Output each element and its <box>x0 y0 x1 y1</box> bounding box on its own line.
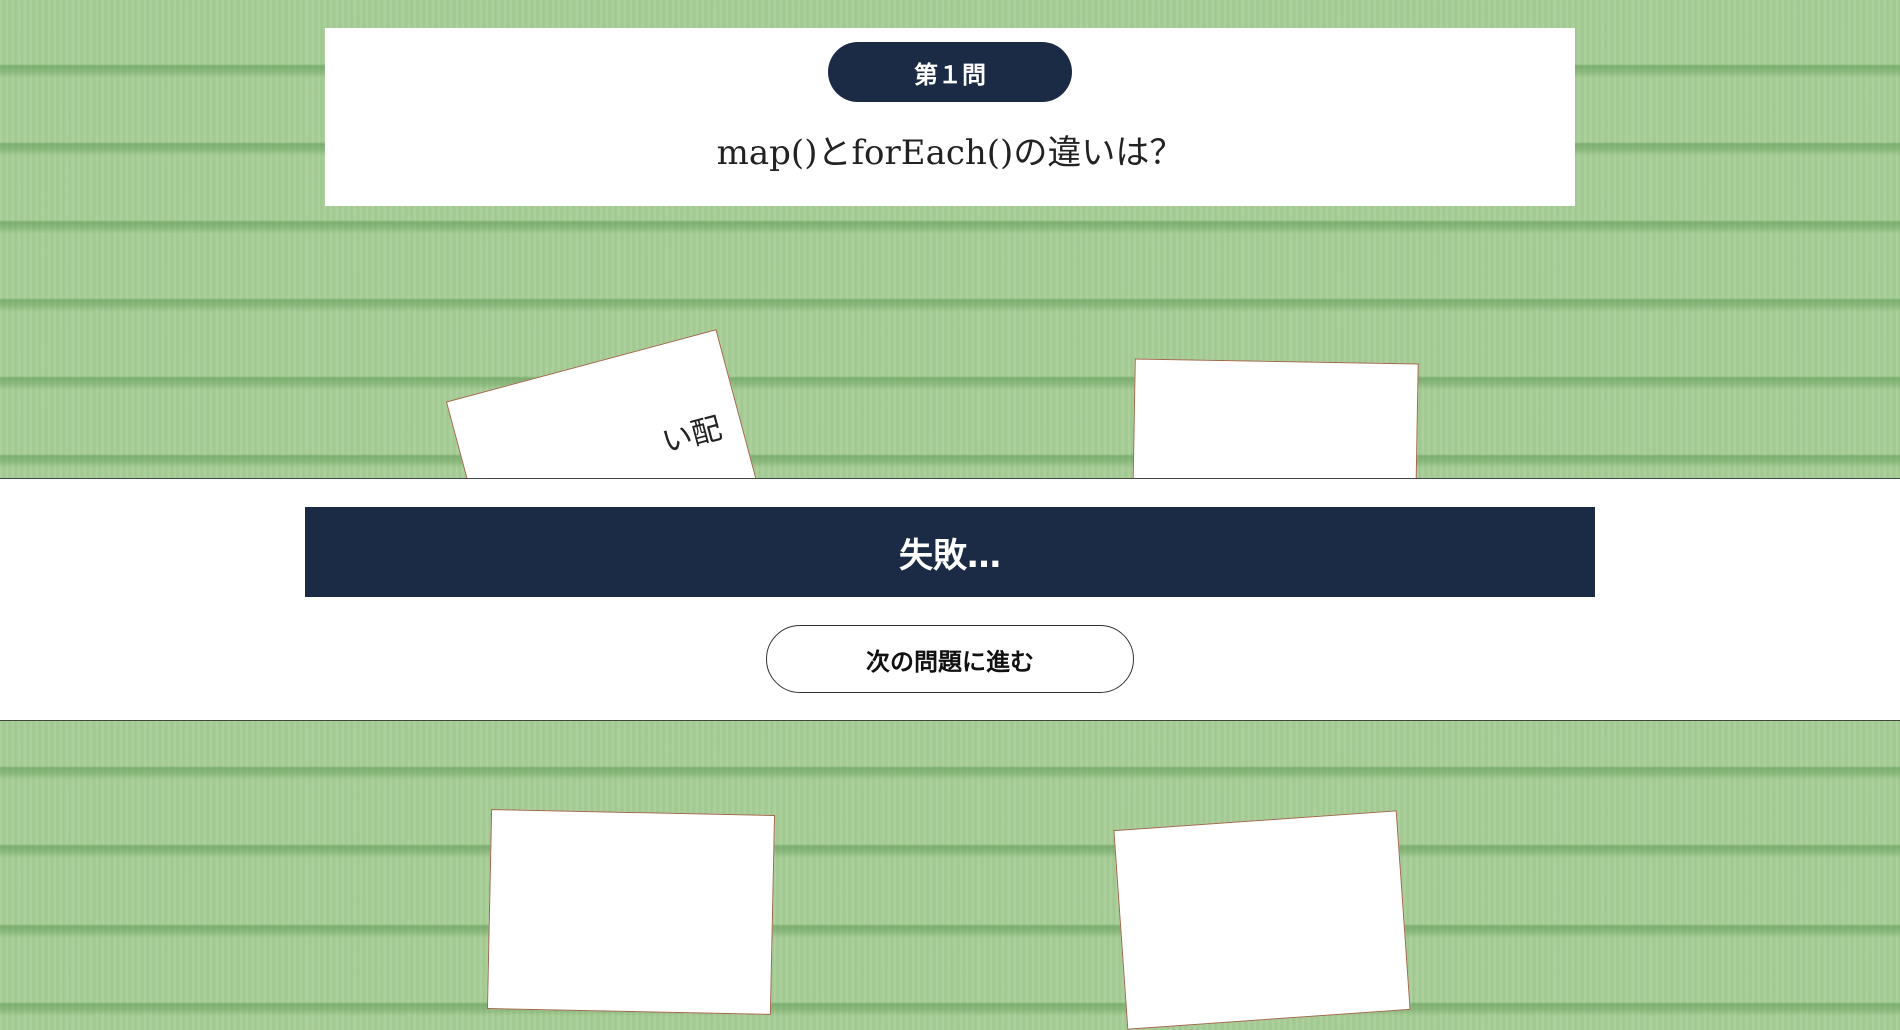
question-panel: 第１問 map()とforEach()の違いは？ <box>325 28 1575 206</box>
next-question-button[interactable]: 次の問題に進む <box>766 625 1134 693</box>
result-overlay: 失敗… 次の問題に進む <box>0 478 1900 721</box>
result-banner: 失敗… <box>305 507 1595 597</box>
question-number-badge: 第１問 <box>828 42 1072 102</box>
answer-card-4[interactable] <box>1113 810 1411 1030</box>
answer-card-text: い配 <box>658 410 726 461</box>
question-text: map()とforEach()の違いは？ <box>716 133 1184 173</box>
answer-card-3[interactable] <box>486 809 776 1015</box>
